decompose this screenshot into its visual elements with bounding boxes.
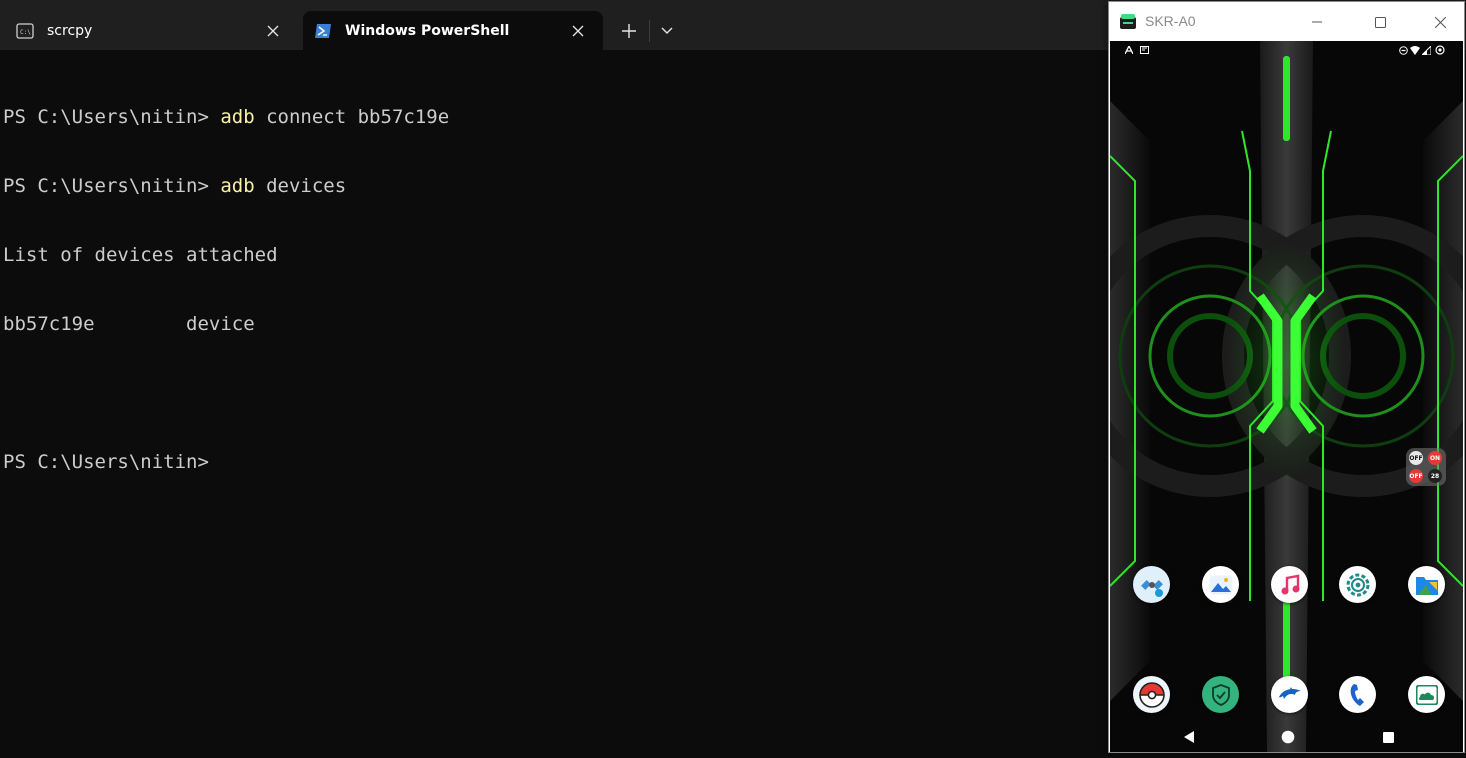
console-prompt-line: PS C:\Users\nitin> — [3, 451, 221, 473]
dolphin-app-icon[interactable] — [1271, 676, 1308, 713]
chevron-down-icon — [661, 27, 673, 34]
toggle-badge: 28 — [1428, 469, 1442, 483]
new-tab-button[interactable] — [612, 16, 646, 46]
toggle-badge: OFF — [1409, 469, 1423, 483]
tab-dropdown-button[interactable] — [652, 16, 682, 46]
plus-icon — [622, 24, 636, 38]
toggle-badge: ON — [1428, 451, 1442, 465]
scrcpy-app-icon — [1119, 13, 1137, 30]
recents-icon — [1382, 731, 1394, 743]
wifi-icon — [1410, 45, 1420, 55]
console-output[interactable]: PS C:\Users\nitin> adb connect bb57c19e … — [3, 60, 449, 520]
window-title: SKR-A0 — [1145, 13, 1196, 29]
status-bar — [1110, 41, 1463, 61]
phone-app-icon[interactable] — [1339, 676, 1376, 713]
powershell-icon — [314, 22, 332, 40]
scrcpy-window: SKR-A0 OFF ON OFF 28 — [1108, 1, 1465, 753]
console-line: PS C:\Users\nitin> adb devices — [3, 175, 347, 197]
recents-button[interactable] — [1380, 729, 1396, 745]
maximize-icon — [1374, 16, 1386, 28]
n-notification-icon — [1139, 45, 1149, 55]
floating-toggle-widget[interactable]: OFF ON OFF 28 — [1406, 448, 1446, 486]
signal-icon — [1421, 45, 1431, 55]
tab-scrcpy[interactable]: C:\ scrcpy — [5, 11, 298, 50]
close-tab-button[interactable] — [258, 16, 288, 46]
home-button[interactable] — [1280, 729, 1296, 745]
tab-label: scrcpy — [47, 22, 93, 39]
tab-separator — [649, 20, 650, 42]
cmd-icon: C:\ — [16, 22, 34, 40]
phone-screen[interactable]: OFF ON OFF 28 — [1110, 41, 1463, 752]
minimize-button[interactable] — [1294, 6, 1340, 38]
music-app-icon[interactable] — [1271, 566, 1308, 603]
android-nav-bar — [1110, 721, 1463, 752]
window-titlebar[interactable]: SKR-A0 — [1109, 2, 1464, 41]
wallpaper-image — [1110, 41, 1463, 752]
back-icon — [1184, 731, 1194, 743]
home-icon — [1281, 730, 1295, 744]
pokeball-app-icon[interactable] — [1133, 676, 1170, 713]
battery-icon — [1435, 45, 1445, 55]
dnd-icon — [1398, 45, 1408, 55]
satellite-app-icon[interactable] — [1133, 566, 1170, 603]
settings-app-icon[interactable] — [1339, 566, 1376, 603]
close-window-button[interactable] — [1417, 6, 1463, 38]
svg-text:C:\: C:\ — [20, 29, 31, 36]
gallery-app-icon[interactable] — [1202, 566, 1239, 603]
tab-windows-powershell[interactable]: Windows PowerShell — [303, 11, 603, 50]
cloud-app-icon[interactable] — [1408, 676, 1445, 713]
close-icon — [1434, 16, 1446, 28]
files-app-icon[interactable] — [1408, 566, 1445, 603]
back-button[interactable] — [1181, 729, 1197, 745]
a-notification-icon — [1124, 45, 1134, 55]
maximize-button[interactable] — [1357, 6, 1403, 38]
toggle-badge: OFF — [1409, 451, 1423, 465]
console-line: PS C:\Users\nitin> adb connect bb57c19e — [3, 106, 450, 128]
console-line: bb57c19e device — [3, 313, 255, 335]
minimize-icon — [1312, 21, 1322, 23]
console-line: List of devices attached — [3, 244, 278, 266]
close-tab-button[interactable] — [563, 16, 593, 46]
shield-app-icon[interactable] — [1202, 676, 1239, 713]
tab-label: Windows PowerShell — [345, 22, 510, 39]
